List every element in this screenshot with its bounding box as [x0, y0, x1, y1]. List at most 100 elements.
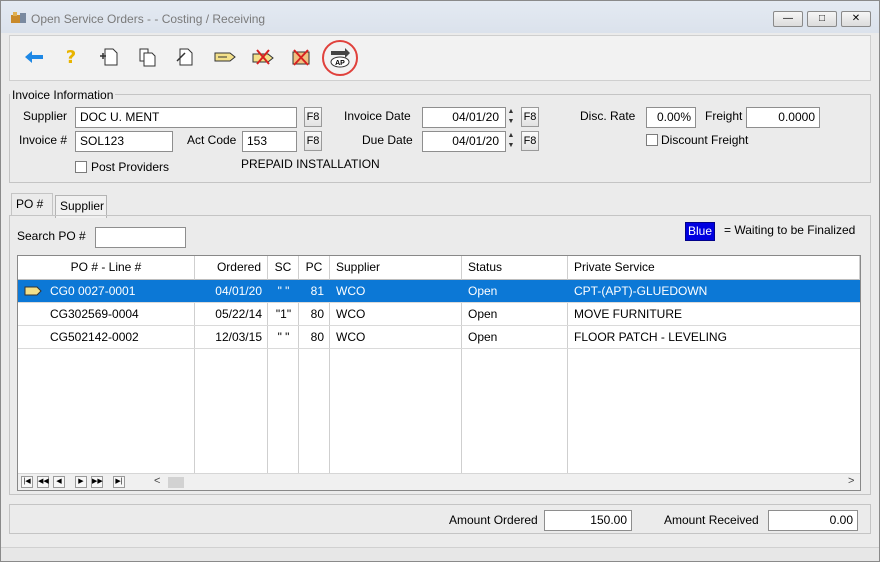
table-row[interactable]: CG502142-0002 12/03/15 " " 80 WCO Open F…	[18, 326, 860, 349]
minimize-button[interactable]: —	[773, 11, 803, 27]
column-header-supplier[interactable]: Supplier	[330, 256, 462, 280]
sc-cell: " "	[277, 330, 290, 344]
new-document-icon	[100, 48, 118, 66]
table-row[interactable]: CG0 0027-0001 04/01/20 " " 81 WCO Open C…	[18, 280, 860, 303]
copy-document-icon	[139, 48, 156, 67]
sc-cell: "1"	[275, 307, 292, 321]
help-button[interactable]: ?	[60, 46, 82, 68]
invoice-number-field[interactable]: SOL123	[75, 131, 173, 152]
toolbar: ? AP	[9, 35, 871, 81]
disc-rate-label: Disc. Rate	[580, 109, 636, 123]
sc-cell: " "	[277, 284, 290, 298]
copy-document-button[interactable]	[136, 46, 158, 68]
post-providers-checkbox[interactable]	[75, 161, 87, 173]
edit-document-icon	[176, 48, 193, 66]
invoice-number-label: Invoice #	[19, 133, 68, 147]
tag-icon	[214, 52, 236, 62]
delete-tag-icon	[252, 49, 274, 65]
freight-field[interactable]: 0.0000	[746, 107, 820, 128]
due-date-field[interactable]: 04/01/20	[422, 131, 506, 152]
pc-cell: 80	[310, 307, 324, 321]
supplier-cell: WCO	[336, 307, 366, 321]
ap-transfer-icon: AP	[330, 48, 350, 68]
new-document-button[interactable]	[98, 46, 120, 68]
ap-transfer-button[interactable]: AP	[329, 46, 351, 68]
ordered-cell: 12/03/15	[215, 330, 262, 344]
column-header-private-service[interactable]: Private Service	[568, 256, 860, 280]
last-record-button[interactable]: ▶|	[113, 476, 125, 488]
supplier-field[interactable]: DOC U. MENT	[75, 107, 297, 128]
back-icon	[25, 51, 43, 63]
po-line-cell: CG0 0027-0001	[50, 284, 136, 298]
app-icon	[11, 12, 26, 23]
column-header-ordered[interactable]: Ordered	[195, 256, 268, 280]
app-window: Open Service Orders - - Costing / Receiv…	[0, 0, 880, 562]
amount-received-field: 0.00	[768, 510, 858, 531]
search-po-label: Search PO #	[17, 229, 86, 243]
amount-ordered-field: 150.00	[544, 510, 632, 531]
invoice-info-legend: Invoice Information	[10, 88, 116, 102]
delete-tag-button[interactable]	[252, 46, 274, 68]
amount-received-label: Amount Received	[664, 513, 759, 527]
supplier-cell: WCO	[336, 330, 366, 344]
next-page-button[interactable]: ▶▶	[91, 476, 103, 488]
delete-record-icon	[292, 49, 310, 66]
column-header-status[interactable]: Status	[462, 256, 568, 280]
status-cell: Open	[468, 330, 498, 344]
search-po-input[interactable]	[95, 227, 186, 248]
scroll-left-arrow[interactable]: <	[154, 475, 160, 487]
due-date-spinner[interactable]: ▲ ▼	[506, 131, 516, 151]
tag-icon	[24, 286, 42, 296]
invoice-date-f8-button[interactable]: F8	[521, 107, 539, 127]
invoice-date-label: Invoice Date	[344, 109, 411, 123]
ordered-cell: 04/01/20	[215, 284, 262, 298]
tag-button[interactable]	[214, 46, 236, 68]
tab-po[interactable]: PO #	[11, 193, 53, 216]
due-date-label: Due Date	[362, 133, 413, 147]
freight-label: Freight	[705, 109, 743, 123]
column-header-po-line[interactable]: PO # - Line #	[18, 256, 195, 280]
act-code-label: Act Code	[187, 133, 237, 147]
supplier-f8-button[interactable]: F8	[304, 107, 322, 127]
po-grid: PO # - Line # Ordered SC PC Supplier Sta…	[17, 255, 861, 491]
close-button[interactable]: ✕	[841, 11, 871, 27]
invoice-date-spinner[interactable]: ▲ ▼	[506, 107, 516, 127]
due-date-f8-button[interactable]: F8	[521, 131, 539, 151]
restore-button[interactable]: □	[807, 11, 837, 27]
discount-freight-label: Discount Freight	[661, 133, 749, 147]
post-providers-label: Post Providers	[91, 160, 170, 174]
discount-freight-checkbox[interactable]	[646, 134, 658, 146]
prev-record-button[interactable]: ◀	[53, 476, 65, 488]
next-record-button[interactable]: ▶	[75, 476, 87, 488]
private-service-cell: FLOOR PATCH - LEVELING	[574, 330, 727, 344]
po-line-cell: CG502142-0002	[50, 330, 139, 344]
delete-record-button[interactable]	[290, 46, 312, 68]
grid-navigator: |◀ ◀◀ ◀ ▶ ▶▶ ▶| < >	[18, 473, 860, 490]
back-button[interactable]	[23, 46, 45, 68]
disc-rate-field[interactable]: 0.00%	[646, 107, 696, 128]
act-code-field[interactable]: 153	[242, 131, 297, 152]
supplier-label: Supplier	[23, 109, 68, 123]
prev-page-button[interactable]: ◀◀	[37, 476, 49, 488]
status-bar	[1, 547, 879, 561]
po-line-cell: CG302569-0004	[50, 307, 139, 321]
private-service-cell: CPT-(APT)-GLUEDOWN	[574, 284, 708, 298]
ordered-cell: 05/22/14	[215, 307, 262, 321]
column-header-pc[interactable]: PC	[299, 256, 330, 280]
title-bar: Open Service Orders - - Costing / Receiv…	[1, 1, 879, 33]
table-row[interactable]: CG302569-0004 05/22/14 "1" 80 WCO Open M…	[18, 303, 860, 326]
horizontal-scrollbar-thumb[interactable]	[168, 477, 184, 488]
first-record-button[interactable]: |◀	[21, 476, 33, 488]
window-title: Open Service Orders - - Costing / Receiv…	[31, 12, 266, 26]
column-header-sc[interactable]: SC	[268, 256, 299, 280]
invoice-date-field[interactable]: 04/01/20	[422, 107, 506, 128]
edit-document-button[interactable]	[174, 46, 196, 68]
act-code-description: PREPAID INSTALLATION	[241, 157, 380, 171]
scroll-right-arrow[interactable]: >	[848, 475, 854, 487]
help-icon: ?	[65, 46, 77, 68]
legend-text: = Waiting to be Finalized	[724, 223, 856, 237]
svg-text:AP: AP	[335, 60, 345, 67]
pc-cell: 81	[310, 284, 324, 298]
amount-ordered-label: Amount Ordered	[449, 513, 538, 527]
act-code-f8-button[interactable]: F8	[304, 131, 322, 151]
